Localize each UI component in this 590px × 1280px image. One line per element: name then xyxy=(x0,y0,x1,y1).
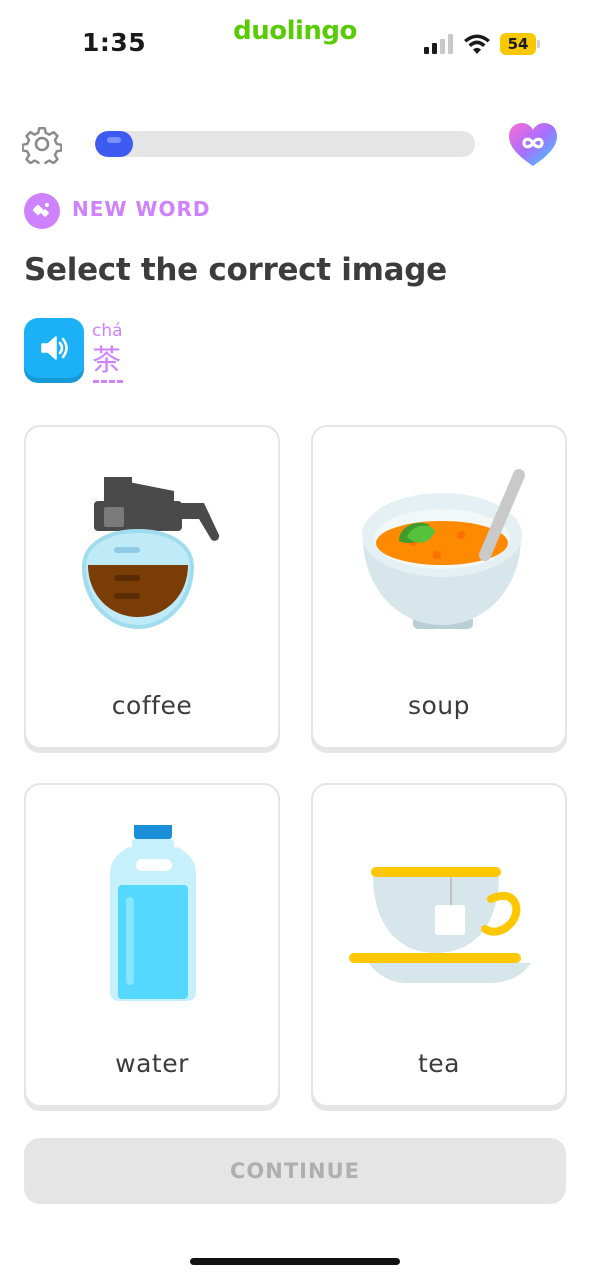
speaker-button[interactable] xyxy=(24,318,84,378)
infinity-heart-icon[interactable] xyxy=(506,121,560,169)
option-label: coffee xyxy=(111,691,193,720)
coffee-pot-icon xyxy=(81,477,220,630)
tea-cup-icon xyxy=(349,867,531,983)
wifi-icon xyxy=(464,34,490,54)
word-pinyin: chá xyxy=(92,321,123,341)
new-word-badge: NEW WORD xyxy=(72,197,211,221)
word-hanzi[interactable]: 茶 xyxy=(92,343,121,377)
soup-bowl-icon xyxy=(362,469,525,629)
page-title: Select the correct image xyxy=(24,252,447,288)
continue-button[interactable]: CONTINUE xyxy=(24,1138,566,1204)
option-card-tea[interactable]: tea xyxy=(311,783,567,1107)
option-label: tea xyxy=(417,1049,460,1078)
lesson-progress-bar xyxy=(95,131,475,157)
option-card-coffee[interactable]: coffee xyxy=(24,425,280,749)
option-label: soup xyxy=(407,691,471,720)
speaker-icon xyxy=(41,336,68,360)
home-indicator[interactable] xyxy=(190,1258,400,1265)
battery-level: 54 xyxy=(500,33,536,55)
lesson-progress-fill xyxy=(95,131,133,157)
option-card-water[interactable]: water xyxy=(24,783,280,1107)
word-underline xyxy=(93,380,123,383)
battery-icon: 54 xyxy=(500,33,540,55)
new-word-icon xyxy=(24,193,60,229)
water-bottle-icon xyxy=(110,825,196,1001)
option-label: water xyxy=(115,1049,189,1078)
option-card-soup[interactable]: soup xyxy=(311,425,567,749)
signal-icon xyxy=(424,34,453,54)
settings-gear-icon[interactable] xyxy=(22,124,62,164)
